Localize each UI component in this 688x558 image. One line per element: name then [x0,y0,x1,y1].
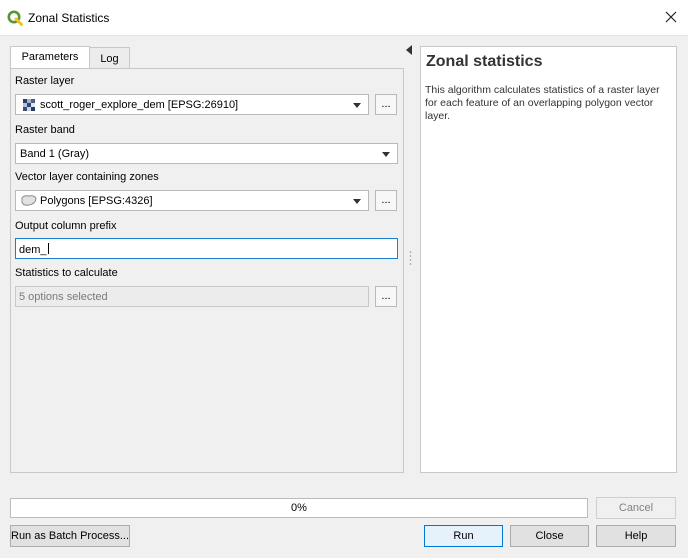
statistics-browse-button[interactable]: ... [375,286,397,307]
chevron-down-icon [353,103,361,108]
close-button[interactable]: Close [510,525,589,547]
splitter-handle-icon[interactable] [409,250,412,266]
help-title: Zonal statistics [426,53,543,70]
close-window-button[interactable] [660,6,682,28]
help-description: This algorithm calculates statistics of … [425,84,660,122]
vector-layer-browse-button[interactable]: ... [375,190,397,211]
prefix-input[interactable]: dem_ [15,238,398,259]
raster-layer-icon [23,99,35,111]
raster-band-combo[interactable]: Band 1 (Gray) [15,143,398,164]
close-icon [665,11,677,23]
tab-parameters[interactable]: Parameters [10,46,90,68]
raster-band-value: Band 1 (Gray) [20,148,90,160]
progress-bar: 0% [10,498,588,518]
qgis-logo-icon [7,10,23,26]
vector-layer-value: Polygons [EPSG:4326] [40,195,153,207]
raster-band-label: Raster band [15,124,75,136]
prefix-value: dem_ [19,244,47,256]
cancel-button[interactable]: Cancel [596,497,676,519]
vector-layer-combo[interactable]: Polygons [EPSG:4326] [15,190,369,211]
batch-process-button[interactable]: Run as Batch Process... [10,525,130,547]
raster-layer-label: Raster layer [15,75,75,87]
raster-layer-combo[interactable]: scott_roger_explore_dem [EPSG:26910] [15,94,369,115]
raster-layer-browse-button[interactable]: ... [375,94,397,115]
statistics-value: 5 options selected [19,291,108,303]
text-cursor [47,243,49,254]
prefix-label: Output column prefix [15,220,117,232]
raster-layer-value: scott_roger_explore_dem [EPSG:26910] [40,99,239,111]
statistics-field: 5 options selected [15,286,369,307]
help-panel: Zonal statistics This algorithm calculat… [420,46,677,473]
title-bar: Zonal Statistics [0,0,688,36]
polygon-layer-icon [21,195,37,206]
collapse-help-icon[interactable] [406,45,412,55]
progress-text: 0% [291,502,307,514]
chevron-down-icon [382,152,390,157]
window-title: Zonal Statistics [28,11,110,25]
statistics-label: Statistics to calculate [15,267,118,279]
help-button[interactable]: Help [596,525,676,547]
chevron-down-icon [353,199,361,204]
vector-layer-label: Vector layer containing zones [15,171,159,183]
run-button[interactable]: Run [424,525,503,547]
tab-log[interactable]: Log [89,47,130,68]
